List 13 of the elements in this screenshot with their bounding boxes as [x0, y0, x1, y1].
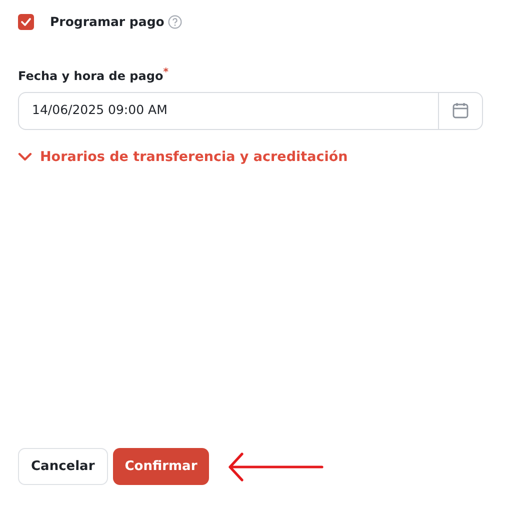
expander-toggle[interactable]: Horarios de transferencia y acreditación — [18, 146, 348, 167]
date-time-field[interactable]: 14/06/2025 09:00 AM — [18, 92, 438, 130]
check-icon — [21, 18, 31, 26]
required-mark: * — [163, 66, 168, 78]
chevron-icon — [18, 152, 32, 162]
confirm-button[interactable]: Confirmar — [112, 448, 210, 485]
checkbox[interactable] — [18, 14, 34, 30]
help-icon[interactable] — [168, 15, 182, 30]
cancel-button[interactable]: Cancelar — [18, 448, 108, 485]
checkbox-label[interactable]: Programar pago — [50, 13, 164, 32]
field-label: Fecha y hora de pago$^{*}$ — [18, 66, 170, 85]
calendar-icon — [452, 102, 469, 120]
calendar-button[interactable] — [438, 92, 483, 130]
